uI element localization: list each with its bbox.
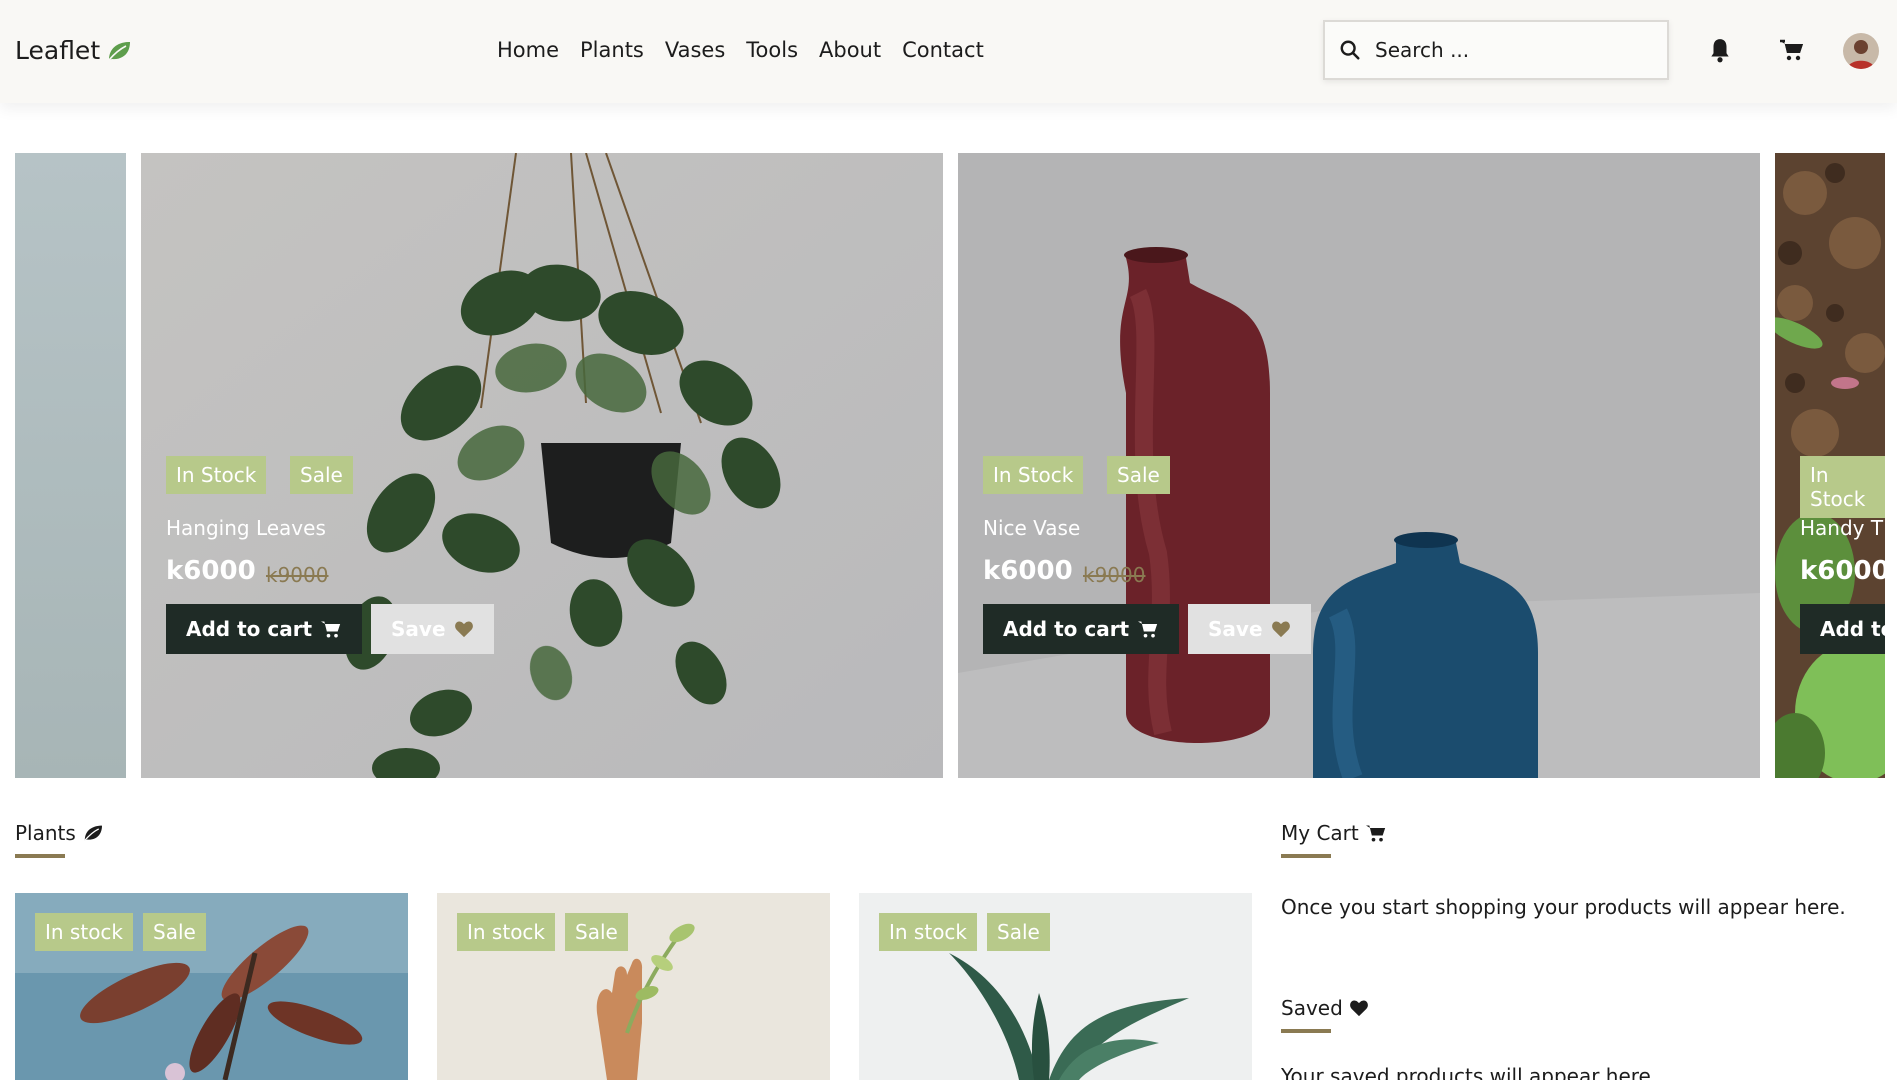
save-label: Save	[391, 617, 446, 641]
save-button[interactable]: Save	[1188, 604, 1311, 654]
plants-title-text: Plants	[15, 821, 76, 845]
search-box	[1323, 20, 1669, 80]
nav-tools[interactable]: Tools	[746, 38, 798, 62]
cart-icon[interactable]	[1779, 37, 1805, 63]
heart-icon	[1349, 1000, 1368, 1017]
badge-sale: Sale	[143, 913, 206, 951]
plants-section-title: Plants	[15, 821, 104, 845]
app-logo[interactable]: Leaflet	[15, 36, 132, 65]
badge-sale: Sale	[290, 456, 353, 494]
plant-card[interactable]: In stock Sale	[437, 893, 830, 1080]
leaf-icon	[84, 825, 102, 841]
product-price: k6000	[166, 556, 256, 586]
product-price: k6000	[983, 556, 1073, 586]
search-icon	[1340, 40, 1360, 60]
product-title[interactable]: Handy T	[1800, 516, 1883, 540]
saved-title-underline	[1281, 1029, 1331, 1033]
main-nav: Home Plants Vases Tools About Contact	[497, 38, 984, 62]
leaf-icon	[108, 41, 131, 61]
cart-icon	[321, 621, 341, 638]
badge-sale: Sale	[565, 913, 628, 951]
cart-section-title: My Cart	[1281, 821, 1387, 845]
badge-in-stock: In stock	[35, 913, 134, 951]
cart-title-text: My Cart	[1281, 821, 1359, 845]
add-to-cart-label: Add to	[1820, 617, 1885, 641]
product-title[interactable]: Hanging Leaves	[166, 516, 326, 540]
plant-card[interactable]: In stock Sale	[859, 893, 1252, 1080]
heart-icon	[1271, 621, 1290, 638]
top-header: Leaflet Home Plants Vases Tools About Co…	[0, 0, 1897, 103]
search-input[interactable]	[1375, 38, 1645, 62]
badge-in-stock: In Stock	[983, 456, 1084, 494]
save-label: Save	[1208, 617, 1263, 641]
plant-card[interactable]: In stock Sale	[15, 893, 408, 1080]
nav-plants[interactable]: Plants	[580, 38, 644, 62]
avatar[interactable]	[1843, 33, 1879, 69]
badge-sale: Sale	[987, 913, 1050, 951]
carousel-slide-hanging-leaves[interactable]: In Stock Sale Hanging Leaves k6000 k9000…	[141, 153, 943, 778]
product-old-price: k9000	[266, 563, 329, 587]
badge-in-stock: In Stock	[1800, 456, 1885, 518]
heart-icon	[454, 621, 473, 638]
plants-title-underline	[15, 854, 65, 858]
add-to-cart-button[interactable]: Add to cart	[983, 604, 1180, 654]
badge-in-stock: In Stock	[166, 456, 267, 494]
bell-icon[interactable]	[1707, 37, 1733, 63]
saved-title-text: Saved	[1281, 996, 1343, 1020]
cart-icon	[1365, 825, 1385, 842]
app-name: Leaflet	[15, 36, 101, 65]
product-old-price: k9000	[1083, 563, 1146, 587]
nav-home[interactable]: Home	[497, 38, 559, 62]
cart-empty-message: Once you start shopping your products wi…	[1281, 895, 1846, 919]
product-title[interactable]: Nice Vase	[983, 516, 1080, 540]
cart-icon	[1138, 621, 1158, 638]
product-price: k6000	[1800, 556, 1885, 586]
saved-empty-message: Your saved products will appear here.	[1281, 1064, 1658, 1080]
nav-about[interactable]: About	[819, 38, 881, 62]
carousel-slide-prev[interactable]	[15, 153, 126, 778]
badge-in-stock: In stock	[457, 913, 556, 951]
add-to-cart-label: Add to cart	[186, 617, 313, 641]
add-to-cart-button[interactable]: Add to cart	[166, 604, 363, 654]
cart-title-underline	[1281, 854, 1331, 858]
carousel-slide-nice-vase[interactable]: In Stock Sale Nice Vase k6000 k9000 Add …	[958, 153, 1760, 778]
saved-section-title: Saved	[1281, 996, 1369, 1020]
nav-vases[interactable]: Vases	[665, 38, 725, 62]
badge-sale: Sale	[1107, 456, 1170, 494]
badge-in-stock: In stock	[879, 913, 978, 951]
carousel-slide-handy-tools[interactable]: In Stock Handy T k6000 Add to	[1775, 153, 1885, 778]
nav-contact[interactable]: Contact	[902, 38, 984, 62]
save-button[interactable]: Save	[371, 604, 494, 654]
product-carousel[interactable]: In Stock Sale Hanging Leaves k6000 k9000…	[15, 153, 1885, 778]
add-to-cart-label: Add to cart	[1003, 617, 1130, 641]
add-to-cart-button[interactable]: Add to	[1800, 604, 1885, 654]
